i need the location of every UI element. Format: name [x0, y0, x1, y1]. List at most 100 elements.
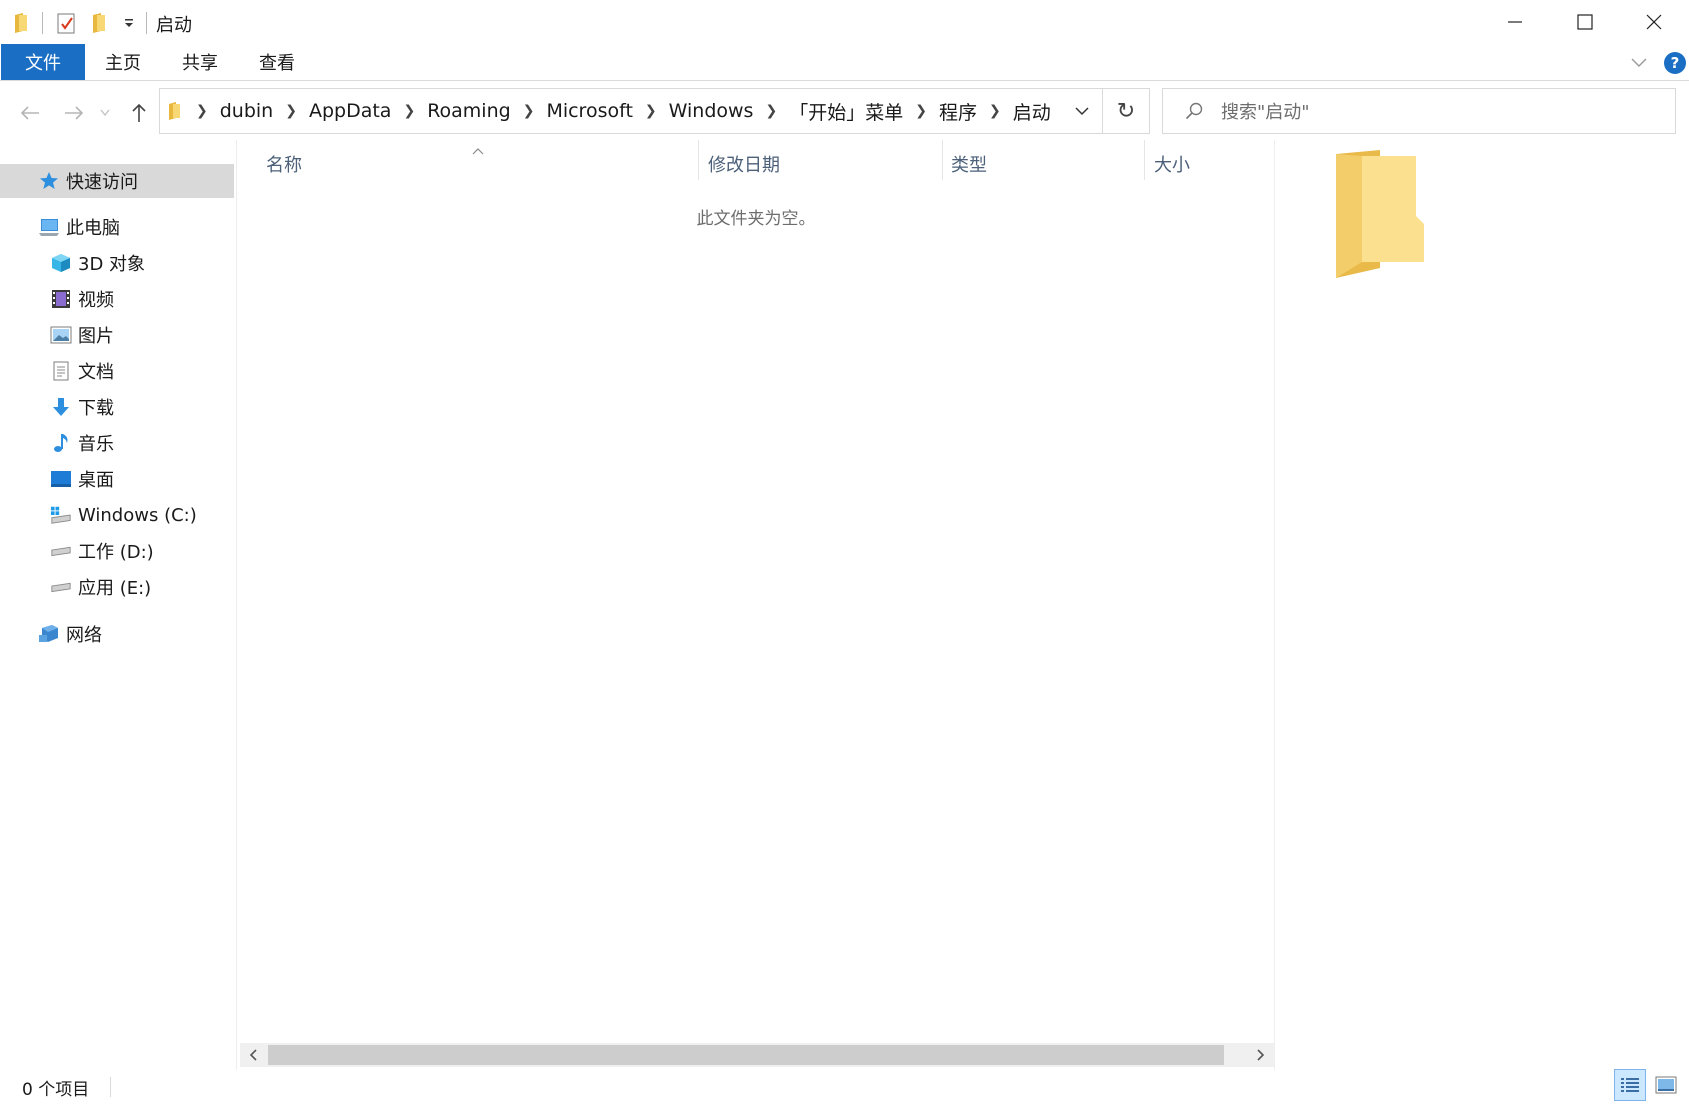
column-header-type[interactable]: 类型 — [951, 150, 987, 178]
sidebar-item-label: 此电脑 — [66, 218, 120, 239]
new-folder-icon[interactable] — [88, 12, 110, 34]
column-header-size[interactable]: 大小 — [1154, 150, 1190, 178]
crumb-windows[interactable]: Windows — [663, 100, 760, 122]
sidebar-item-network[interactable]: 网络 — [38, 617, 102, 651]
folder-icon — [160, 102, 190, 120]
chevron-down-icon — [1631, 58, 1647, 67]
sidebar-item-3d-objects[interactable]: 3D 对象 — [50, 246, 145, 280]
chevron-right-icon[interactable]: ❯ — [639, 103, 663, 119]
minimize-icon — [1508, 21, 1522, 23]
sidebar-item-music[interactable]: 音乐 — [50, 426, 114, 460]
sidebar-item-label: 快速访问 — [66, 172, 138, 193]
sidebar-item-label: 文档 — [78, 362, 114, 383]
column-header-name[interactable]: 名称 — [266, 150, 302, 178]
sidebar-item-drive-d[interactable]: 工作 (D:) — [50, 534, 154, 568]
file-list[interactable]: 名称 修改日期 类型 大小 此文件夹为空。 — [238, 140, 1274, 1040]
navigation-pane: 快速访问 此电脑 3D 对象 视频 图片 文档 下载 音乐 桌面 Windows… — [0, 150, 236, 1060]
empty-folder-message: 此文件夹为空。 — [696, 209, 816, 229]
chevron-right-icon[interactable]: ❯ — [190, 103, 214, 119]
sidebar-item-downloads[interactable]: 下载 — [50, 390, 114, 424]
breadcrumb: ❯ dubin ❯ AppData ❯ Roaming ❯ Microsoft … — [160, 89, 1057, 133]
chevron-right-icon[interactable]: ❯ — [279, 103, 303, 119]
chevron-down-icon — [1075, 106, 1089, 115]
search-icon — [1185, 102, 1203, 120]
crumb-programs[interactable]: 程序 — [933, 98, 983, 125]
properties-icon[interactable] — [56, 12, 78, 34]
maximize-button[interactable] — [1550, 0, 1620, 44]
sidebar-item-label: 工作 (D:) — [78, 542, 154, 563]
column-header-modified[interactable]: 修改日期 — [708, 150, 780, 178]
crumb-microsoft[interactable]: Microsoft — [540, 100, 638, 122]
minimize-button[interactable] — [1480, 0, 1550, 44]
sidebar-item-pictures[interactable]: 图片 — [50, 318, 114, 352]
tab-view[interactable]: 查看 — [246, 44, 308, 80]
expand-ribbon-button[interactable] — [1628, 52, 1650, 74]
forward-button[interactable] — [57, 96, 91, 130]
sidebar-item-label: 图片 — [78, 326, 114, 347]
maximize-icon — [1577, 14, 1593, 30]
address-history-dropdown[interactable] — [1070, 101, 1094, 121]
scroll-left-button[interactable] — [242, 1043, 264, 1067]
crumb-startup[interactable]: 启动 — [1007, 98, 1057, 125]
crumb-start-menu[interactable]: 「开始」菜单 — [783, 98, 909, 125]
tab-file[interactable]: 文件 — [1, 44, 85, 80]
drive-c-icon — [50, 504, 72, 526]
tab-share[interactable]: 共享 — [169, 44, 231, 80]
refresh-button[interactable]: ↻ — [1103, 88, 1150, 134]
scroll-thumb[interactable] — [268, 1045, 1224, 1065]
title-bar: 启动 — [0, 0, 1689, 44]
crumb-roaming[interactable]: Roaming — [421, 100, 517, 122]
network-icon — [38, 623, 60, 645]
sidebar-item-documents[interactable]: 文档 — [50, 354, 114, 388]
column-divider[interactable] — [1144, 140, 1145, 180]
chevron-right-icon[interactable]: ❯ — [517, 103, 541, 119]
sidebar-item-label: 应用 (E:) — [78, 578, 152, 599]
sidebar-item-label: 网络 — [66, 625, 102, 646]
sidebar-item-drive-e[interactable]: 应用 (E:) — [50, 570, 151, 604]
search-input[interactable]: 搜索"启动" — [1221, 98, 1310, 124]
column-divider[interactable] — [698, 140, 699, 180]
chevron-right-icon — [1257, 1049, 1265, 1061]
close-button[interactable] — [1619, 0, 1689, 44]
ribbon-tabs: 文件 主页 共享 查看 — [0, 44, 1689, 81]
status-separator — [110, 1077, 111, 1097]
chevron-right-icon[interactable]: ❯ — [983, 103, 1007, 119]
preview-pane-divider[interactable] — [1274, 140, 1275, 1070]
pictures-icon — [50, 324, 72, 346]
address-bar[interactable]: ❯ dubin ❯ AppData ❯ Roaming ❯ Microsoft … — [159, 88, 1103, 134]
tab-home[interactable]: 主页 — [92, 44, 154, 80]
scroll-right-button[interactable] — [1250, 1043, 1272, 1067]
documents-icon — [50, 360, 72, 382]
up-button[interactable] — [122, 96, 156, 130]
sidebar-item-videos[interactable]: 视频 — [50, 282, 114, 316]
help-button[interactable]: ? — [1664, 52, 1686, 74]
arrow-right-icon — [65, 106, 84, 120]
chevron-right-icon[interactable]: ❯ — [909, 103, 933, 119]
sidebar-item-label: 视频 — [78, 290, 114, 311]
crumb-dubin[interactable]: dubin — [214, 100, 279, 122]
sidebar-item-quick-access[interactable]: 快速访问 — [0, 164, 234, 198]
search-box[interactable]: 搜索"启动" — [1162, 88, 1676, 134]
desktop-icon — [50, 468, 72, 490]
sidebar-item-drive-c[interactable]: Windows (C:) — [50, 498, 197, 532]
crumb-appdata[interactable]: AppData — [303, 100, 398, 122]
sidebar-item-this-pc[interactable]: 此电脑 — [38, 210, 120, 244]
title-separator — [146, 12, 147, 34]
back-button[interactable] — [13, 96, 47, 130]
chevron-right-icon[interactable]: ❯ — [397, 103, 421, 119]
sidebar-item-desktop[interactable]: 桌面 — [50, 462, 114, 496]
drive-icon — [50, 576, 72, 598]
pane-divider[interactable] — [236, 140, 237, 1070]
chevron-right-icon[interactable]: ❯ — [759, 103, 783, 119]
horizontal-scrollbar[interactable] — [240, 1043, 1274, 1067]
arrow-up-icon — [132, 103, 146, 122]
qa-separator — [42, 12, 43, 34]
large-icons-view-icon — [1655, 1076, 1677, 1094]
details-view-icon — [1621, 1078, 1639, 1092]
customize-qa-dropdown-icon[interactable] — [118, 12, 140, 34]
recent-locations-button[interactable] — [95, 96, 115, 130]
column-divider[interactable] — [942, 140, 943, 180]
chevron-down-icon — [100, 109, 110, 117]
details-view-button[interactable] — [1614, 1069, 1646, 1101]
large-icons-view-button[interactable] — [1650, 1069, 1682, 1101]
